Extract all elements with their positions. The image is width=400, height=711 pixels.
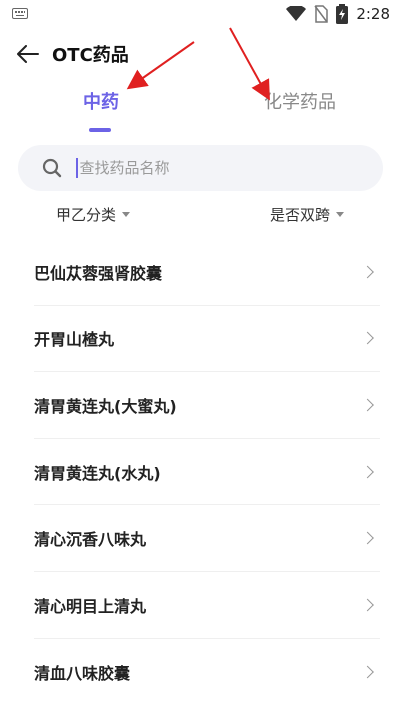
arrow-left-icon — [17, 45, 39, 63]
list-item-label: 清心明目上清丸 — [34, 596, 147, 616]
chevron-right-icon — [361, 398, 374, 412]
caret-down-icon — [122, 212, 131, 217]
chevron-right-icon — [361, 531, 374, 545]
chevron-right-icon — [361, 332, 374, 345]
battery-charging-icon — [336, 4, 349, 24]
list-item[interactable]: 清血八味胶囊 — [34, 639, 380, 706]
list-item[interactable]: 清心明目上清丸 — [34, 572, 380, 639]
list-item-label: 开胃山楂丸 — [34, 330, 115, 350]
medicine-list: 巴仙苁蓉强肾胶囊 开胃山楂丸 清胃黄连丸(大蜜丸) 清胃黄连丸(水丸) 清心沉香… — [34, 239, 380, 705]
dual-status-filter-dropdown[interactable]: 是否双跨 — [270, 204, 345, 225]
no-sim-icon — [314, 5, 329, 23]
dual-status-filter-label: 是否双跨 — [270, 206, 331, 224]
caret-down-icon — [336, 212, 345, 217]
status-bar: 2:28 — [0, 0, 400, 28]
wifi-icon — [286, 6, 307, 21]
chevron-right-icon — [361, 598, 374, 612]
back-button[interactable] — [10, 36, 46, 72]
filter-bar: 甲乙分类 是否双跨 — [0, 204, 400, 230]
status-icons: 2:28 — [286, 4, 390, 24]
search-icon — [42, 158, 62, 178]
app-header: OTC药品 — [0, 34, 400, 74]
text-cursor — [76, 158, 78, 178]
tab-chemical-drugs[interactable]: 化学药品 — [264, 88, 336, 114]
chevron-right-icon — [361, 465, 374, 478]
chevron-right-icon — [361, 665, 374, 679]
list-item-label: 巴仙苁蓉强肾胶囊 — [34, 263, 163, 283]
list-item-label: 清胃黄连丸(水丸) — [34, 463, 161, 483]
page-title: OTC药品 — [52, 45, 129, 66]
status-time: 2:28 — [356, 5, 390, 23]
list-item[interactable]: 清胃黄连丸(大蜜丸) — [34, 372, 380, 439]
list-item-label: 清胃黄连丸(大蜜丸) — [34, 396, 177, 416]
tab-indicator — [89, 128, 111, 132]
list-item-label: 清心沉香八味丸 — [34, 530, 147, 550]
tab-bar: 中药 化学药品 — [0, 88, 400, 136]
tab-chinese-medicine[interactable]: 中药 — [83, 88, 119, 114]
category-filter-dropdown[interactable]: 甲乙分类 — [56, 204, 131, 225]
list-item[interactable]: 巴仙苁蓉强肾胶囊 — [34, 239, 380, 306]
search-input[interactable] — [79, 159, 340, 177]
list-item-label: 清血八味胶囊 — [34, 663, 131, 683]
category-filter-label: 甲乙分类 — [56, 206, 117, 224]
list-item[interactable]: 清心沉香八味丸 — [34, 505, 380, 572]
list-item[interactable]: 开胃山楂丸 — [34, 306, 380, 373]
search-bar[interactable] — [18, 145, 383, 191]
chevron-right-icon — [361, 265, 374, 279]
list-item[interactable]: 清胃黄连丸(水丸) — [34, 439, 380, 506]
keyboard-icon — [12, 8, 28, 19]
